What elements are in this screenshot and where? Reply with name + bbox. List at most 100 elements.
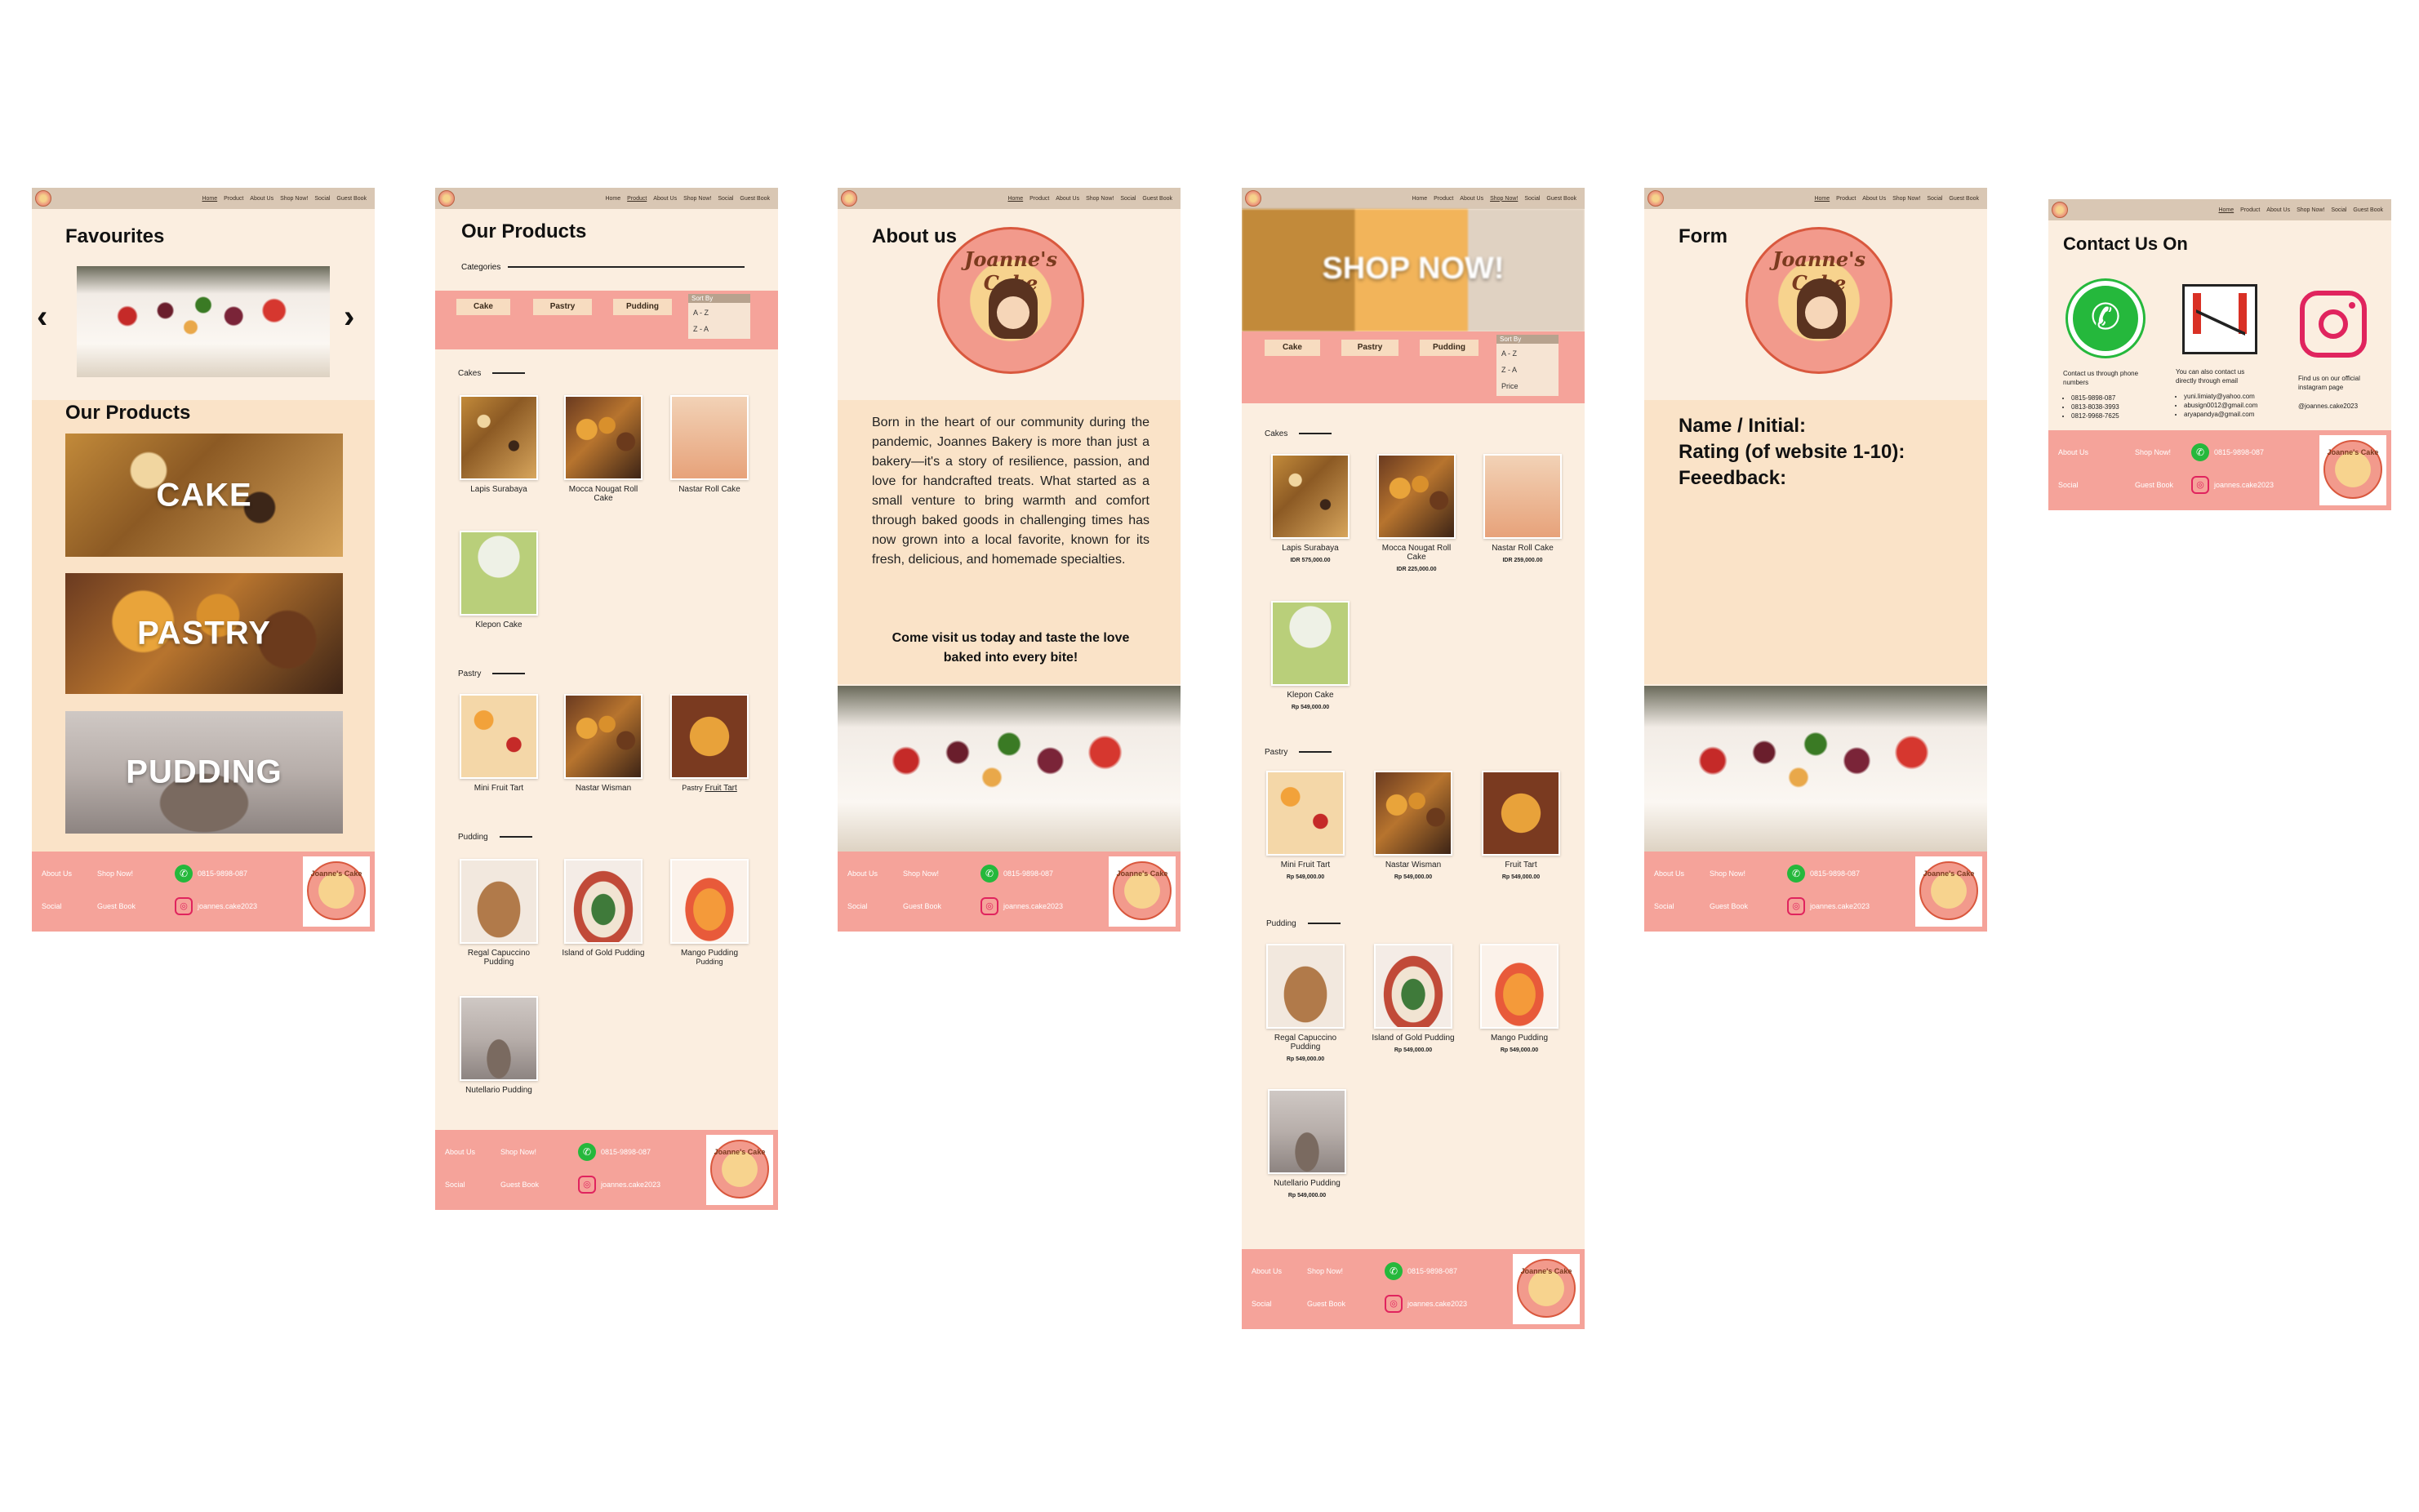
product-card[interactable]: Regal Capuccino Pudding bbox=[455, 859, 543, 967]
nav-product[interactable]: Product bbox=[2240, 207, 2260, 213]
footer-guestbook-link[interactable]: Guest Book bbox=[1307, 1300, 1345, 1308]
whatsapp-icon[interactable]: ✆ bbox=[175, 865, 193, 883]
nav-about[interactable]: About Us bbox=[653, 196, 677, 202]
footer-guestbook-link[interactable]: Guest Book bbox=[1710, 902, 1748, 910]
nav-social[interactable]: Social bbox=[1120, 196, 1136, 202]
product-card[interactable]: Island of Gold Pudding Rp 549,000.00 bbox=[1369, 944, 1457, 1053]
whatsapp-icon[interactable]: ✆ bbox=[2068, 281, 2143, 356]
nav-about[interactable]: About Us bbox=[1460, 196, 1483, 202]
product-card[interactable]: Nastar Roll Cake bbox=[665, 395, 754, 494]
nav-home[interactable]: Home bbox=[605, 196, 620, 202]
product-card[interactable]: Island of Gold Pudding bbox=[559, 859, 647, 958]
footer-shop-link[interactable]: Shop Now! bbox=[2135, 448, 2171, 456]
whatsapp-icon[interactable]: ✆ bbox=[578, 1143, 596, 1161]
footer-social-link[interactable]: Social bbox=[1654, 902, 1674, 910]
product-card[interactable]: Klepon Cake Rp 549,000.00 bbox=[1266, 601, 1354, 710]
footer-social-link[interactable]: Social bbox=[847, 902, 868, 910]
nav-guestbook[interactable]: Guest Book bbox=[1142, 196, 1172, 202]
footer-social-link[interactable]: Social bbox=[42, 902, 62, 910]
pastry-tile[interactable]: PASTRY bbox=[65, 573, 343, 694]
whatsapp-icon[interactable]: ✆ bbox=[1385, 1262, 1403, 1280]
filter-pastry-button[interactable]: Pastry bbox=[533, 299, 592, 315]
footer-shop-link[interactable]: Shop Now! bbox=[1710, 869, 1745, 878]
sort-option[interactable]: A - Z bbox=[693, 305, 745, 321]
product-card[interactable]: Nastar Wisman bbox=[559, 694, 647, 793]
product-card[interactable]: Nastar Wisman Rp 549,000.00 bbox=[1369, 771, 1457, 880]
footer-social-link[interactable]: Social bbox=[2058, 481, 2079, 489]
footer-social-link[interactable]: Social bbox=[445, 1181, 465, 1189]
footer-shop-link[interactable]: Shop Now! bbox=[903, 869, 939, 878]
nav-shop[interactable]: Shop Now! bbox=[1892, 196, 1920, 202]
nav-guestbook[interactable]: Guest Book bbox=[2353, 207, 2383, 213]
footer-about-link[interactable]: About Us bbox=[1252, 1267, 1282, 1275]
instagram-icon[interactable] bbox=[2300, 291, 2367, 358]
filter-pudding-button[interactable]: Pudding bbox=[613, 299, 672, 315]
logo-icon[interactable] bbox=[1647, 190, 1664, 207]
cake-tile[interactable]: CAKE bbox=[65, 434, 343, 557]
footer-shop-link[interactable]: Shop Now! bbox=[97, 869, 133, 878]
footer-about-link[interactable]: About Us bbox=[445, 1148, 475, 1156]
footer-social-link[interactable]: Social bbox=[1252, 1300, 1272, 1308]
nav-shop[interactable]: Shop Now! bbox=[2297, 207, 2324, 213]
instagram-icon[interactable]: ◎ bbox=[1787, 897, 1805, 915]
nav-product[interactable]: Product bbox=[627, 196, 647, 202]
nav-product[interactable]: Product bbox=[1434, 196, 1453, 202]
footer-guestbook-link[interactable]: Guest Book bbox=[500, 1181, 539, 1189]
sort-option[interactable]: Z - A bbox=[693, 321, 745, 337]
instagram-icon[interactable]: ◎ bbox=[1385, 1295, 1403, 1313]
product-card[interactable]: Mini Fruit Tart Rp 549,000.00 bbox=[1261, 771, 1350, 880]
nav-home[interactable]: Home bbox=[1412, 196, 1427, 202]
instagram-icon[interactable]: ◎ bbox=[175, 897, 193, 915]
sort-dropdown[interactable]: Sort By A - Z Z - A Price bbox=[1496, 335, 1559, 396]
nav-about[interactable]: About Us bbox=[2266, 207, 2290, 213]
nav-social[interactable]: Social bbox=[2331, 207, 2346, 213]
logo-icon[interactable] bbox=[841, 190, 857, 207]
nav-product[interactable]: Product bbox=[224, 196, 243, 202]
chevron-left-icon[interactable]: ‹ bbox=[37, 300, 47, 333]
footer-guestbook-link[interactable]: Guest Book bbox=[903, 902, 941, 910]
form-field-rating[interactable]: Rating (of website 1-10): bbox=[1679, 441, 1905, 464]
logo-icon[interactable] bbox=[1245, 190, 1261, 207]
nav-home[interactable]: Home bbox=[1007, 196, 1023, 202]
filter-pudding-button[interactable]: Pudding bbox=[1420, 340, 1479, 356]
product-card[interactable]: Nutellario Pudding bbox=[455, 996, 543, 1095]
nav-home[interactable]: Home bbox=[2218, 207, 2234, 213]
product-card[interactable]: Mango Pudding Pudding bbox=[665, 859, 754, 967]
footer-about-link[interactable]: About Us bbox=[42, 869, 72, 878]
product-card[interactable]: Klepon Cake bbox=[455, 531, 543, 629]
pudding-tile[interactable]: PUDDING bbox=[65, 711, 343, 834]
sort-dropdown[interactable]: Sort By A - Z Z - A bbox=[688, 294, 750, 339]
nav-guestbook[interactable]: Guest Book bbox=[336, 196, 367, 202]
nav-shop[interactable]: Shop Now! bbox=[1086, 196, 1114, 202]
footer-shop-link[interactable]: Shop Now! bbox=[500, 1148, 536, 1156]
email-icon[interactable] bbox=[2182, 280, 2257, 354]
nav-home[interactable]: Home bbox=[1814, 196, 1830, 202]
product-card[interactable]: Regal Capuccino Pudding Rp 549,000.00 bbox=[1261, 944, 1350, 1062]
logo-icon[interactable] bbox=[438, 190, 455, 207]
footer-about-link[interactable]: About Us bbox=[2058, 448, 2088, 456]
footer-shop-link[interactable]: Shop Now! bbox=[1307, 1267, 1343, 1275]
whatsapp-icon[interactable]: ✆ bbox=[1787, 865, 1805, 883]
form-field-feedback[interactable]: Feeedback: bbox=[1679, 467, 1786, 490]
filter-cake-button[interactable]: Cake bbox=[1265, 340, 1320, 356]
nav-product[interactable]: Product bbox=[1836, 196, 1856, 202]
nav-shop[interactable]: Shop Now! bbox=[280, 196, 308, 202]
filter-cake-button[interactable]: Cake bbox=[456, 299, 510, 315]
instagram-icon[interactable]: ◎ bbox=[578, 1176, 596, 1194]
product-card[interactable]: Lapis Surabaya bbox=[455, 395, 543, 494]
footer-guestbook-link[interactable]: Guest Book bbox=[2135, 481, 2173, 489]
nav-guestbook[interactable]: Guest Book bbox=[1949, 196, 1979, 202]
product-card[interactable]: Nastar Roll Cake IDR 259,000.00 bbox=[1479, 454, 1567, 563]
nav-about[interactable]: About Us bbox=[1056, 196, 1079, 202]
instagram-icon[interactable]: ◎ bbox=[2191, 476, 2209, 494]
product-card[interactable]: Mocca Nougat Roll Cake bbox=[559, 395, 647, 503]
product-card[interactable]: Nutellario Pudding Rp 549,000.00 bbox=[1263, 1089, 1351, 1198]
chevron-right-icon[interactable]: › bbox=[344, 300, 354, 333]
footer-guestbook-link[interactable]: Guest Book bbox=[97, 902, 136, 910]
nav-social[interactable]: Social bbox=[718, 196, 733, 202]
product-card[interactable]: Mocca Nougat Roll Cake IDR 225,000.00 bbox=[1372, 454, 1461, 572]
nav-about[interactable]: About Us bbox=[1862, 196, 1886, 202]
nav-social[interactable]: Social bbox=[314, 196, 330, 202]
nav-about[interactable]: About Us bbox=[250, 196, 273, 202]
form-field-name[interactable]: Name / Initial: bbox=[1679, 415, 1806, 438]
